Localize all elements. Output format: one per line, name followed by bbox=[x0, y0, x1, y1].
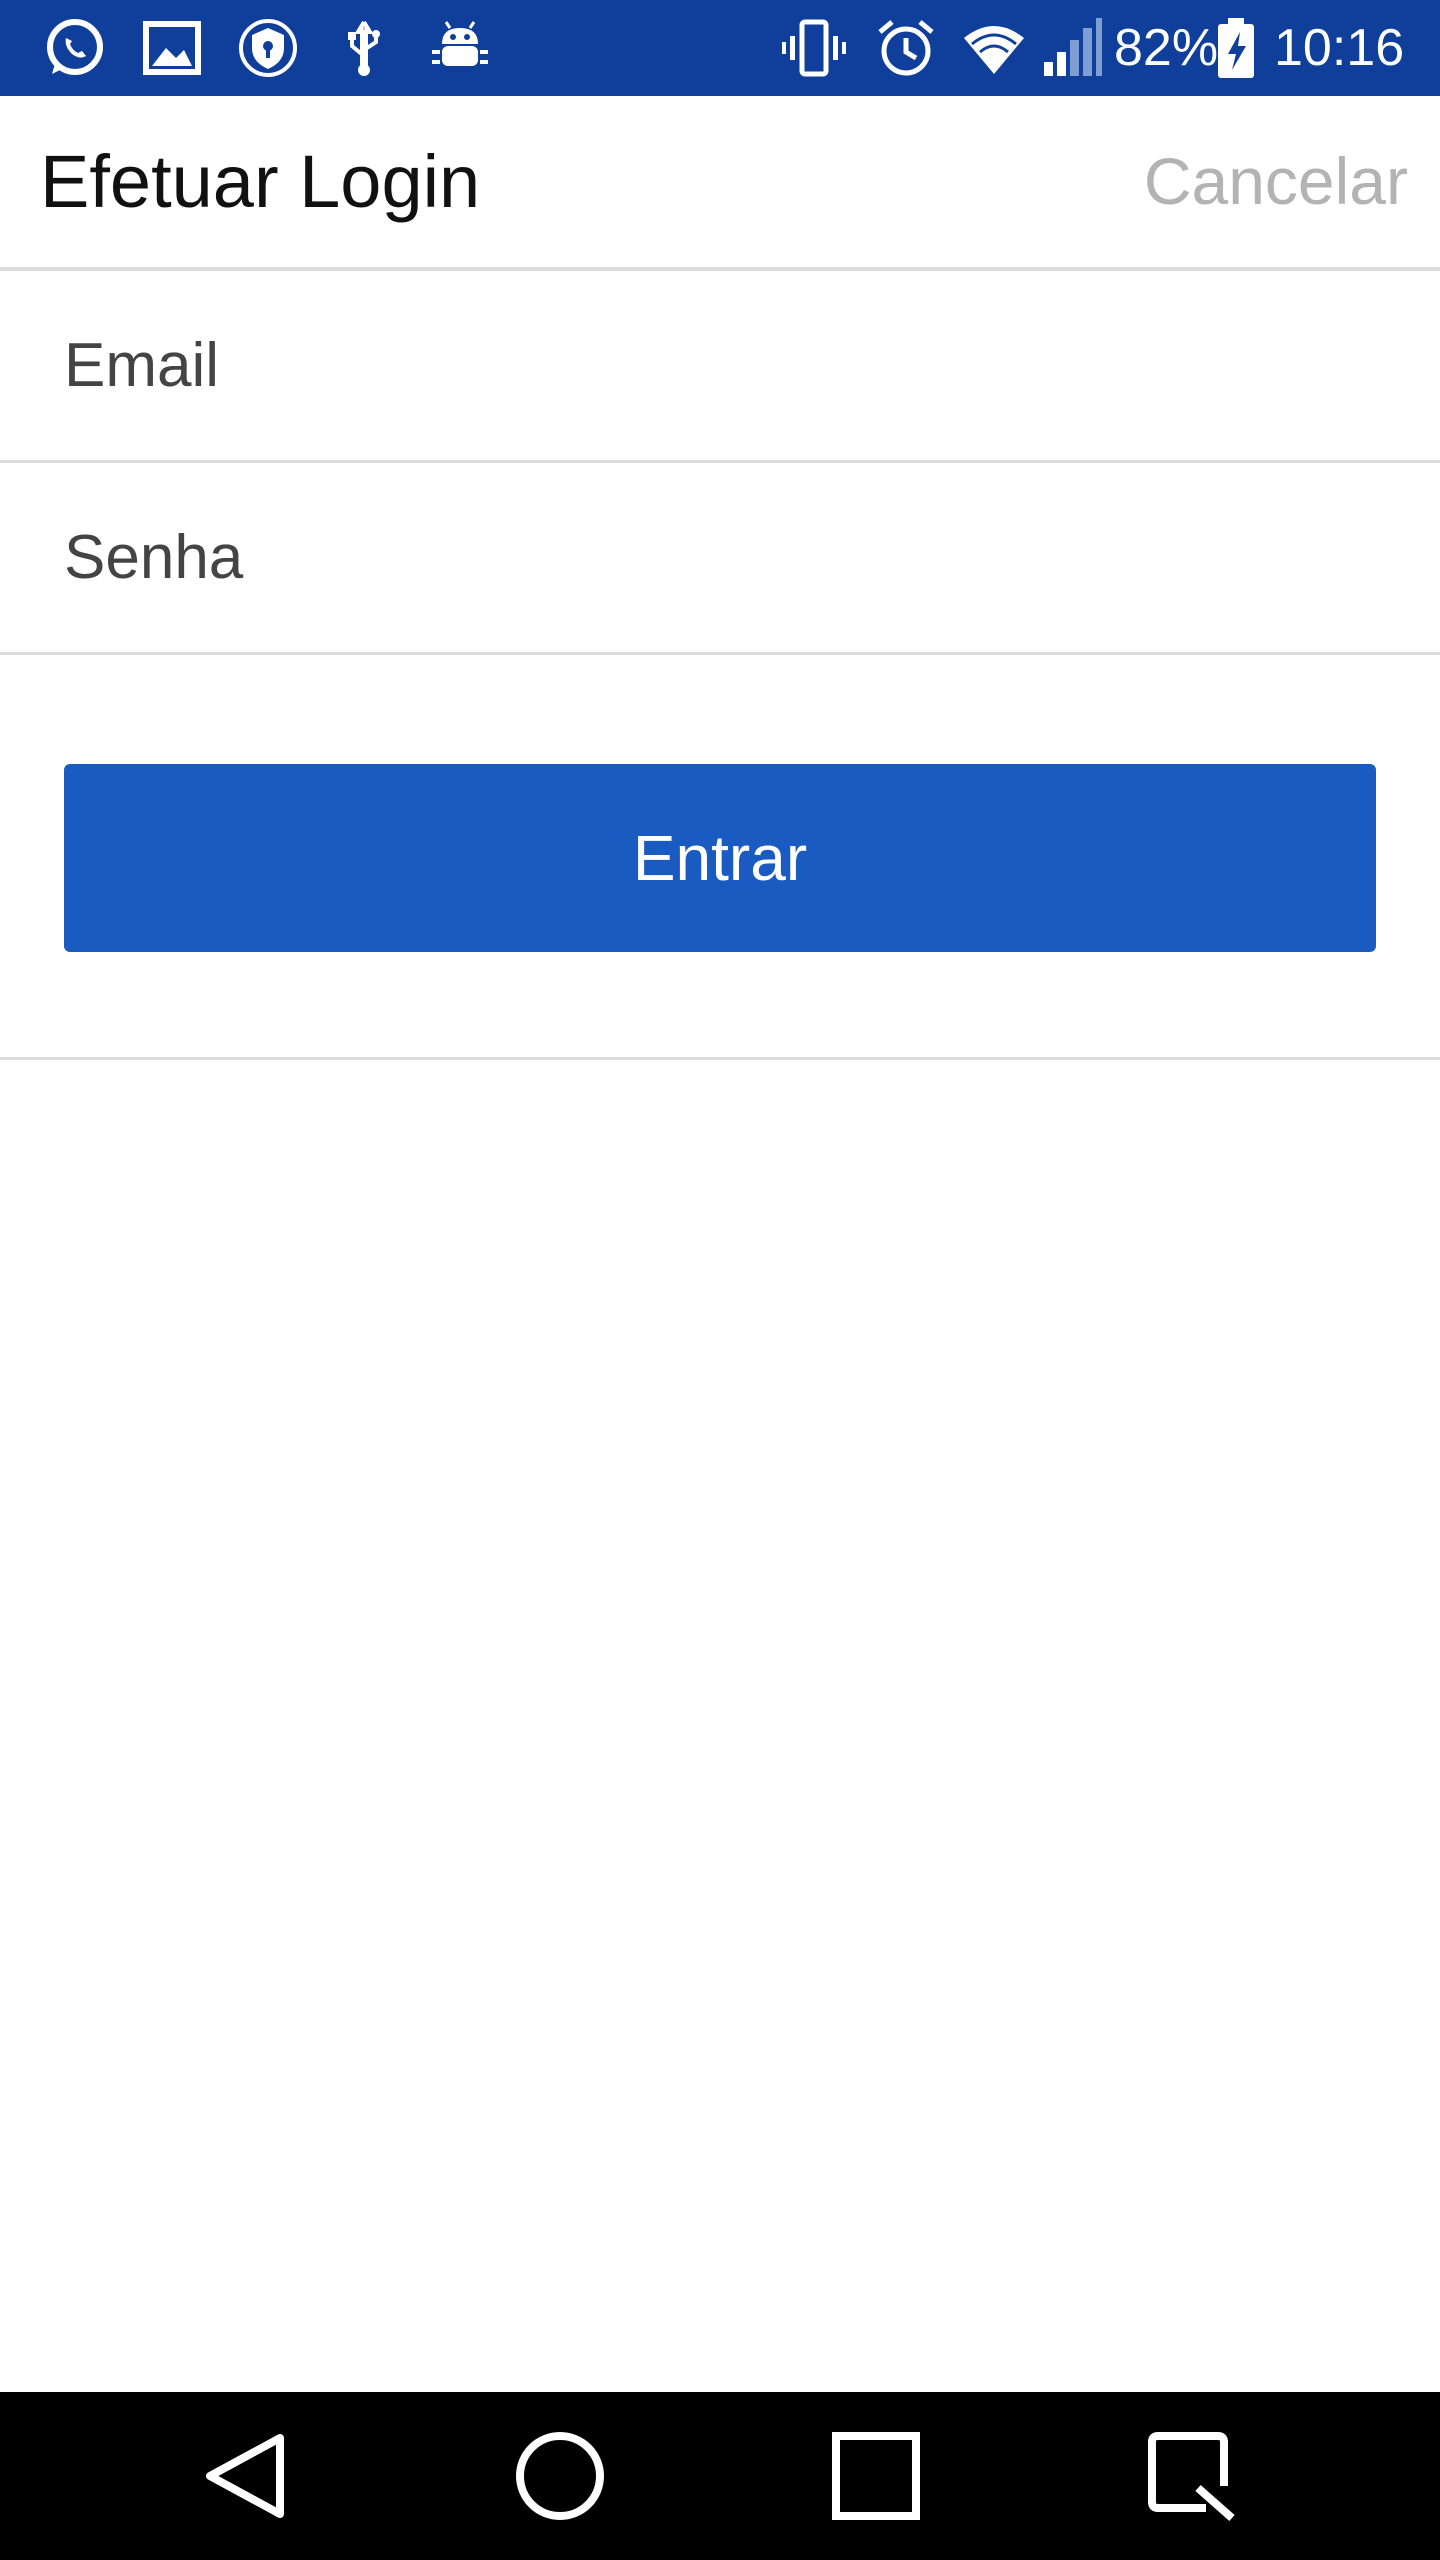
wifi-icon bbox=[962, 16, 1026, 80]
whatsapp-icon bbox=[42, 16, 106, 80]
vibrate-icon bbox=[782, 16, 846, 80]
shield-icon bbox=[236, 16, 300, 80]
gallery-icon bbox=[140, 16, 204, 80]
battery-percentage: 82% bbox=[1114, 19, 1219, 77]
page-title: Efetuar Login bbox=[40, 140, 481, 223]
login-button[interactable]: Entrar bbox=[64, 764, 1376, 952]
android-debug-icon bbox=[428, 16, 492, 80]
cancel-button[interactable]: Cancelar bbox=[1144, 96, 1408, 267]
back-icon[interactable] bbox=[196, 2426, 296, 2526]
email-field[interactable] bbox=[64, 271, 1394, 460]
usb-icon bbox=[332, 16, 396, 80]
home-icon[interactable] bbox=[510, 2426, 610, 2526]
clock: 10:16 bbox=[1274, 19, 1405, 77]
alarm-icon bbox=[874, 16, 938, 80]
header: Efetuar Login Cancelar bbox=[0, 96, 1440, 271]
screenshot-icon[interactable] bbox=[1142, 2426, 1242, 2526]
password-field[interactable] bbox=[64, 463, 1394, 652]
password-row bbox=[0, 463, 1440, 655]
status-bar: 82% 10:16 bbox=[0, 0, 1440, 96]
navigation-bar bbox=[0, 2392, 1440, 2560]
email-row bbox=[0, 271, 1440, 463]
signal-icon bbox=[1040, 16, 1104, 80]
recents-icon[interactable] bbox=[826, 2426, 926, 2526]
submit-section: Entrar bbox=[0, 660, 1440, 1060]
battery-charging-icon bbox=[1214, 16, 1258, 80]
